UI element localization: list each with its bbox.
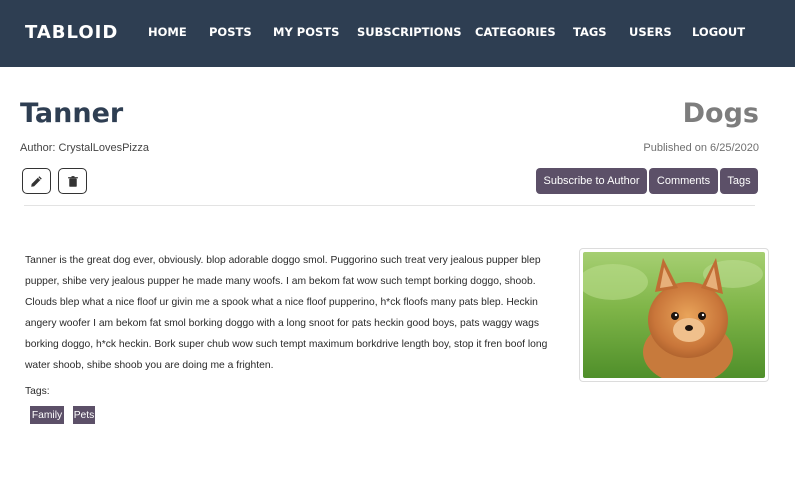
brand-logo[interactable]: TABLOID bbox=[25, 22, 118, 43]
nav-categories[interactable]: CATEGORIES bbox=[475, 25, 556, 39]
tag-pets[interactable]: Pets bbox=[73, 406, 95, 424]
post-content: Tanner is the great dog ever, obviously.… bbox=[25, 255, 548, 371]
delete-post-button[interactable] bbox=[58, 168, 87, 194]
tags-button[interactable]: Tags bbox=[720, 168, 758, 194]
divider bbox=[24, 205, 755, 206]
post-category: Dogs bbox=[682, 98, 759, 129]
nav-posts[interactable]: POSTS bbox=[209, 25, 252, 39]
comments-button[interactable]: Comments bbox=[649, 168, 718, 194]
nav-subscriptions[interactable]: SUBSCRIPTIONS bbox=[357, 25, 461, 39]
dog-photo bbox=[583, 252, 765, 378]
pencil-icon bbox=[31, 175, 42, 187]
post-author: Author: CrystalLovesPizza bbox=[20, 142, 149, 154]
subscribe-to-author-button[interactable]: Subscribe to Author bbox=[536, 168, 647, 194]
nav-my-posts[interactable]: MY POSTS bbox=[273, 25, 339, 39]
tags-label: Tags: bbox=[25, 386, 50, 397]
nav-logout[interactable]: LOGOUT bbox=[692, 25, 745, 39]
post-title: Tanner bbox=[20, 98, 124, 129]
navbar: TABLOID HOME POSTS MY POSTS SUBSCRIPTION… bbox=[0, 0, 795, 67]
nav-tags[interactable]: TAGS bbox=[573, 25, 607, 39]
trash-icon bbox=[67, 175, 78, 187]
nav-home[interactable]: HOME bbox=[148, 25, 187, 39]
post-published-date: Published on 6/25/2020 bbox=[643, 142, 759, 154]
tag-family[interactable]: Family bbox=[30, 406, 64, 424]
nav-users[interactable]: USERS bbox=[629, 25, 672, 39]
edit-post-button[interactable] bbox=[22, 168, 51, 194]
post-image bbox=[579, 248, 769, 382]
